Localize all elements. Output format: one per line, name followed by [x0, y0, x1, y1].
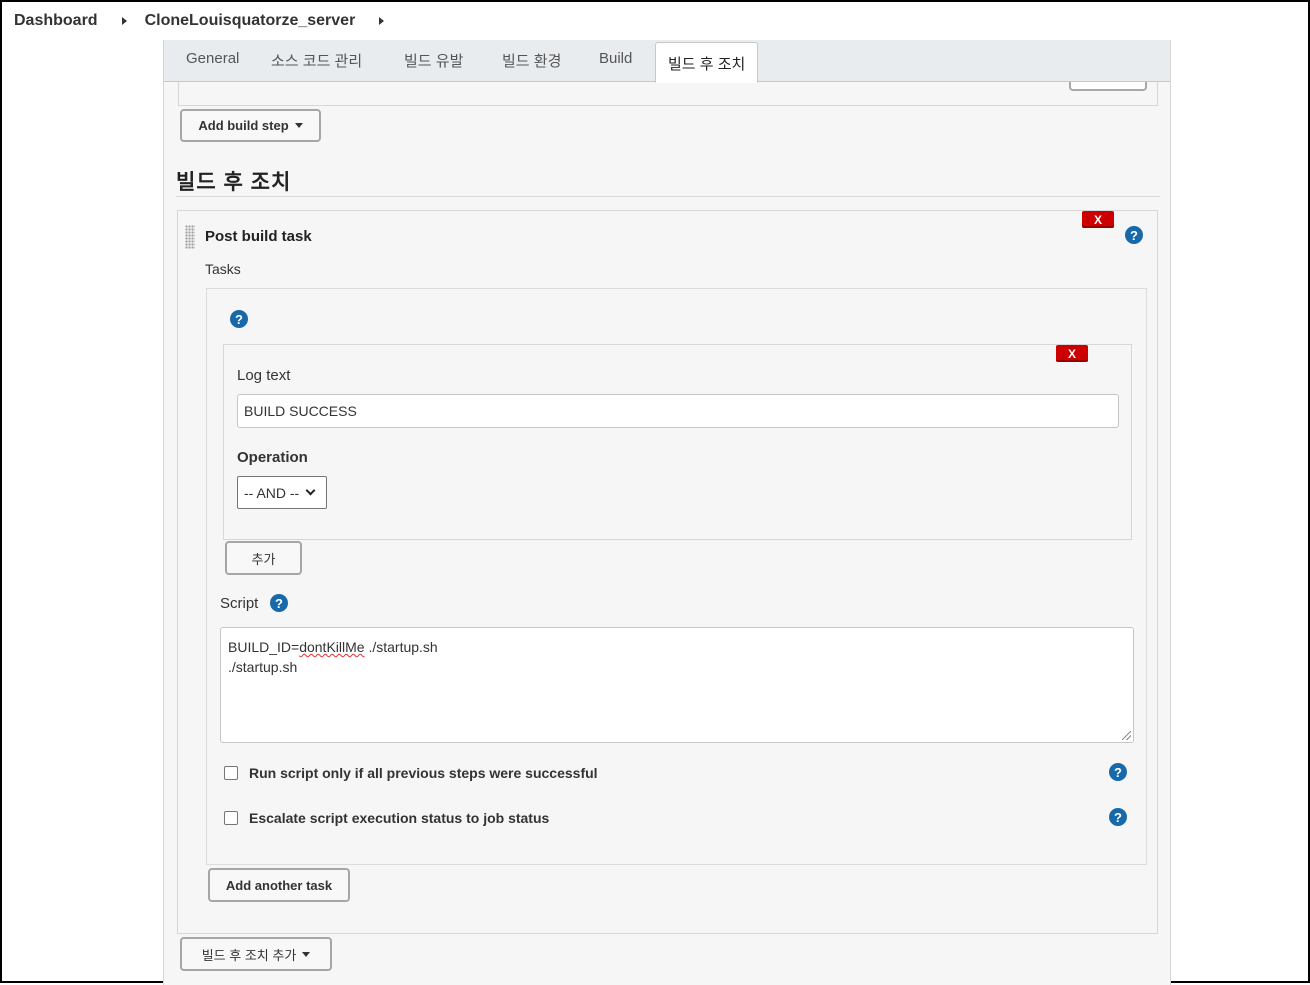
- add-task-condition-button[interactable]: 추가: [225, 541, 302, 575]
- post-build-task-block: Post build task X ? Tasks ? X Log text O…: [177, 210, 1158, 934]
- tab-build-environment[interactable]: 빌드 환경: [502, 50, 561, 71]
- delete-task-button[interactable]: X: [1056, 345, 1088, 362]
- script-label: Script: [220, 595, 259, 612]
- tab-build-triggers[interactable]: 빌드 유발: [404, 50, 463, 71]
- escalate-status-checkbox[interactable]: [224, 811, 238, 825]
- tab-build[interactable]: Build: [599, 50, 632, 67]
- add-another-task-button[interactable]: Add another task: [208, 868, 350, 902]
- script-help-icon[interactable]: ?: [270, 594, 288, 612]
- breadcrumb-job[interactable]: CloneLouisquatorze_server: [145, 12, 356, 30]
- log-text-input[interactable]: [237, 394, 1119, 428]
- resize-handle-icon[interactable]: [1122, 731, 1131, 740]
- script-line-1-prefix: BUILD_ID=: [228, 639, 300, 655]
- breadcrumb-dashboard[interactable]: Dashboard: [14, 12, 98, 30]
- post-build-section-title: 빌드 후 조치: [176, 171, 292, 194]
- operation-label: Operation: [237, 449, 308, 466]
- add-build-step-button[interactable]: Add build step: [180, 109, 321, 142]
- operation-select-value: -- AND --: [244, 484, 300, 501]
- config-panel: General 소스 코드 관리 빌드 유발 빌드 환경 Build 빌드 후 …: [163, 40, 1171, 985]
- add-post-build-action-label: 빌드 후 조치 추가: [201, 947, 297, 963]
- tab-post-build[interactable]: 빌드 후 조치: [655, 42, 759, 83]
- drag-handle-icon[interactable]: [185, 225, 195, 249]
- script-textarea[interactable]: BUILD_ID=dontKillMe ./startup.sh ./start…: [220, 627, 1134, 743]
- script-line-1-suffix: ./startup.sh: [364, 639, 438, 655]
- script-line-1-flagged: dontKillMe: [299, 639, 365, 655]
- escalate-help-icon[interactable]: ?: [1109, 808, 1127, 826]
- tab-general[interactable]: General: [186, 50, 239, 67]
- chevron-down-icon: [305, 485, 316, 496]
- tab-source-code[interactable]: 소스 코드 관리: [271, 50, 362, 71]
- tasks-help-icon[interactable]: ?: [230, 310, 248, 328]
- caret-down-icon: [302, 951, 311, 957]
- delete-post-build-task-button[interactable]: X: [1082, 211, 1114, 228]
- breadcrumb-chevron-icon[interactable]: [121, 17, 127, 25]
- tasks-label: Tasks: [205, 261, 241, 277]
- operation-select[interactable]: -- AND --: [237, 476, 327, 509]
- post-build-help-icon[interactable]: ?: [1125, 226, 1143, 244]
- previous-section-edge: [178, 82, 1158, 106]
- previous-section-button[interactable]: [1069, 82, 1147, 91]
- add-post-build-action-button[interactable]: 빌드 후 조치 추가: [180, 937, 332, 971]
- task-item: X Log text Operation -- AND --: [223, 344, 1132, 540]
- run-only-help-icon[interactable]: ?: [1109, 763, 1127, 781]
- log-text-label: Log text: [237, 367, 291, 384]
- breadcrumb: Dashboard CloneLouisquatorze_server: [2, 2, 1308, 40]
- run-only-if-successful-checkbox[interactable]: [224, 766, 238, 780]
- section-divider: [176, 196, 1160, 197]
- script-line-2: ./startup.sh: [228, 659, 298, 675]
- run-only-if-successful-label[interactable]: Run script only if all previous steps we…: [249, 765, 598, 781]
- caret-down-icon: [294, 123, 303, 128]
- breadcrumb-chevron-icon[interactable]: [379, 17, 385, 25]
- escalate-status-label[interactable]: Escalate script execution status to job …: [249, 810, 549, 826]
- config-tabs: General 소스 코드 관리 빌드 유발 빌드 환경 Build 빌드 후 …: [164, 40, 1170, 83]
- post-build-task-title: Post build task: [205, 228, 312, 245]
- add-build-step-label: Add build step: [198, 118, 289, 133]
- tasks-container: ? X Log text Operation -- AND -- 추가 Scri…: [206, 288, 1147, 865]
